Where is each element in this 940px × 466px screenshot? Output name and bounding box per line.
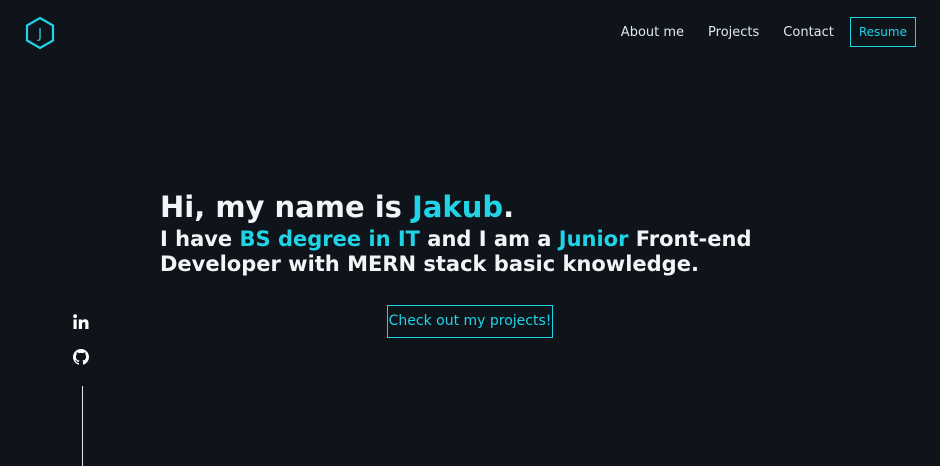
hero-level: Junior xyxy=(558,227,629,251)
resume-button[interactable]: Resume xyxy=(849,17,916,47)
nav-contact[interactable]: Contact xyxy=(783,25,834,40)
github-icon[interactable] xyxy=(72,348,90,366)
nav-about-me[interactable]: About me xyxy=(621,25,684,40)
hero-text: Front-end xyxy=(628,227,752,251)
hero-degree: BS degree in IT xyxy=(239,227,421,251)
check-projects-button[interactable]: Check out my projects! xyxy=(387,305,553,338)
linkedin-icon[interactable] xyxy=(72,313,90,331)
hero-text: I have xyxy=(160,227,240,251)
hero-subheading-line1: I have BS degree in IT and I am a Junior… xyxy=(160,227,780,252)
logo-letter: J xyxy=(37,27,42,42)
page: J About me Projects Contact Resume Hi, m… xyxy=(0,0,940,466)
main-nav: About me Projects Contact Resume xyxy=(621,17,916,47)
hero-subheading-line2: Developer with MERN stack basic knowledg… xyxy=(160,252,699,276)
hero-heading: Hi, my name is Jakub. xyxy=(160,187,780,227)
hero-intro: Hi, my name is Jakub. I have BS degree i… xyxy=(160,187,780,277)
hero-greeting: Hi, my name is xyxy=(160,190,413,224)
nav-projects[interactable]: Projects xyxy=(708,25,759,40)
logo-hexagon-icon[interactable]: J xyxy=(24,16,56,50)
hero-name: Jakub xyxy=(412,190,504,224)
hero-heading-period: . xyxy=(503,190,515,224)
hero-text: and I am a xyxy=(420,227,559,251)
social-links xyxy=(72,313,92,383)
social-vertical-divider xyxy=(82,386,83,466)
